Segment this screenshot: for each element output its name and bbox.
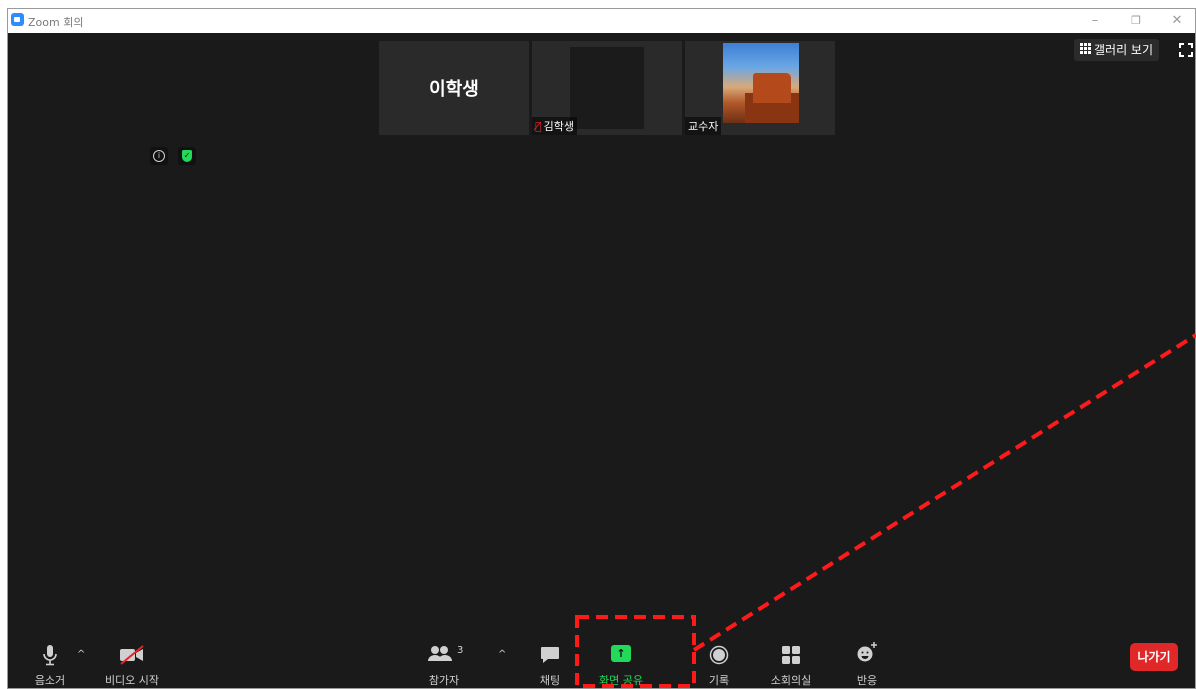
start-video-label: 비디오 시작	[104, 674, 160, 687]
breakout-rooms-label: 소회의실	[770, 674, 812, 687]
breakout-rooms-button[interactable]: 소회의실	[763, 629, 819, 688]
meeting-info-icon[interactable]: i	[150, 147, 168, 165]
participants-button[interactable]: 3 참가자	[416, 629, 472, 688]
participants-icon	[428, 646, 452, 661]
share-screen-label: 화면 공유	[599, 674, 643, 687]
breakout-rooms-icon	[782, 646, 800, 664]
meeting-stage: 이학생 🎙̸ 김학생 교수자 i ✓ 갤러리 보기 음소거 ^ 비디오 시작 3…	[8, 33, 1195, 688]
share-screen-icon: ↑	[611, 645, 631, 662]
participants-count: 3	[457, 645, 464, 656]
zoom-meeting-window: Zoom 회의 – ❐ ✕ 이학생 🎙̸ 김학생 교수자 i ✓ 갤러리 보기 …	[7, 8, 1196, 689]
grid-icon	[1080, 43, 1092, 55]
zoom-app-icon	[11, 13, 24, 26]
start-video-button[interactable]: 비디오 시작	[102, 629, 162, 688]
mute-label: 음소거	[34, 674, 66, 687]
gallery-view-button[interactable]: 갤러리 보기	[1074, 39, 1160, 61]
restore-button[interactable]: ❐	[1125, 10, 1147, 32]
participant-name: 김학생	[543, 120, 574, 133]
record-icon	[709, 645, 729, 665]
share-screen-button[interactable]: ↑ 화면 공유	[596, 629, 646, 688]
participant-video	[570, 47, 644, 129]
reactions-icon	[857, 642, 877, 662]
chat-icon	[541, 647, 559, 663]
record-button[interactable]: 기록	[701, 629, 737, 688]
video-off-icon	[120, 645, 144, 665]
record-label: 기록	[708, 674, 730, 687]
reactions-button[interactable]: 반응	[849, 629, 885, 688]
reactions-label: 반응	[856, 674, 878, 687]
participant-tile-3[interactable]: 교수자	[685, 41, 835, 135]
gallery-view-label: 갤러리 보기	[1094, 43, 1154, 57]
minimize-button[interactable]: –	[1084, 10, 1106, 32]
participant-name: 이학생	[429, 79, 479, 100]
security-shield-icon[interactable]: ✓	[178, 147, 196, 165]
muted-mic-icon: 🎙̸	[535, 120, 542, 133]
participants-options-chevron-icon[interactable]: ^	[498, 649, 506, 660]
title-bar: Zoom 회의 – ❐ ✕	[8, 9, 1195, 33]
participant-name-label: 🎙̸ 김학생	[532, 117, 577, 135]
chat-button[interactable]: 채팅	[530, 629, 570, 688]
audio-options-chevron-icon[interactable]: ^	[77, 649, 85, 660]
participant-video-photo	[723, 43, 799, 123]
close-button[interactable]: ✕	[1166, 10, 1188, 32]
chat-label: 채팅	[539, 674, 561, 687]
fullscreen-icon[interactable]	[1179, 43, 1193, 57]
meeting-toolbar: 음소거 ^ 비디오 시작 3 참가자 ^ 채팅 ↑ 화면 공유 기록 소회의실 …	[8, 629, 1195, 688]
window-title: Zoom 회의	[28, 16, 84, 29]
participant-tile-2[interactable]: 🎙̸ 김학생	[532, 41, 682, 135]
microphone-icon	[43, 645, 57, 666]
mute-button[interactable]: 음소거	[28, 629, 72, 688]
participants-label: 참가자	[428, 674, 460, 687]
participant-name-label: 교수자	[685, 117, 722, 135]
photo-rock	[753, 73, 791, 103]
participant-tile-1[interactable]: 이학생	[379, 41, 529, 135]
participant-name: 교수자	[688, 120, 719, 133]
leave-meeting-button[interactable]: 나가기	[1130, 643, 1178, 671]
